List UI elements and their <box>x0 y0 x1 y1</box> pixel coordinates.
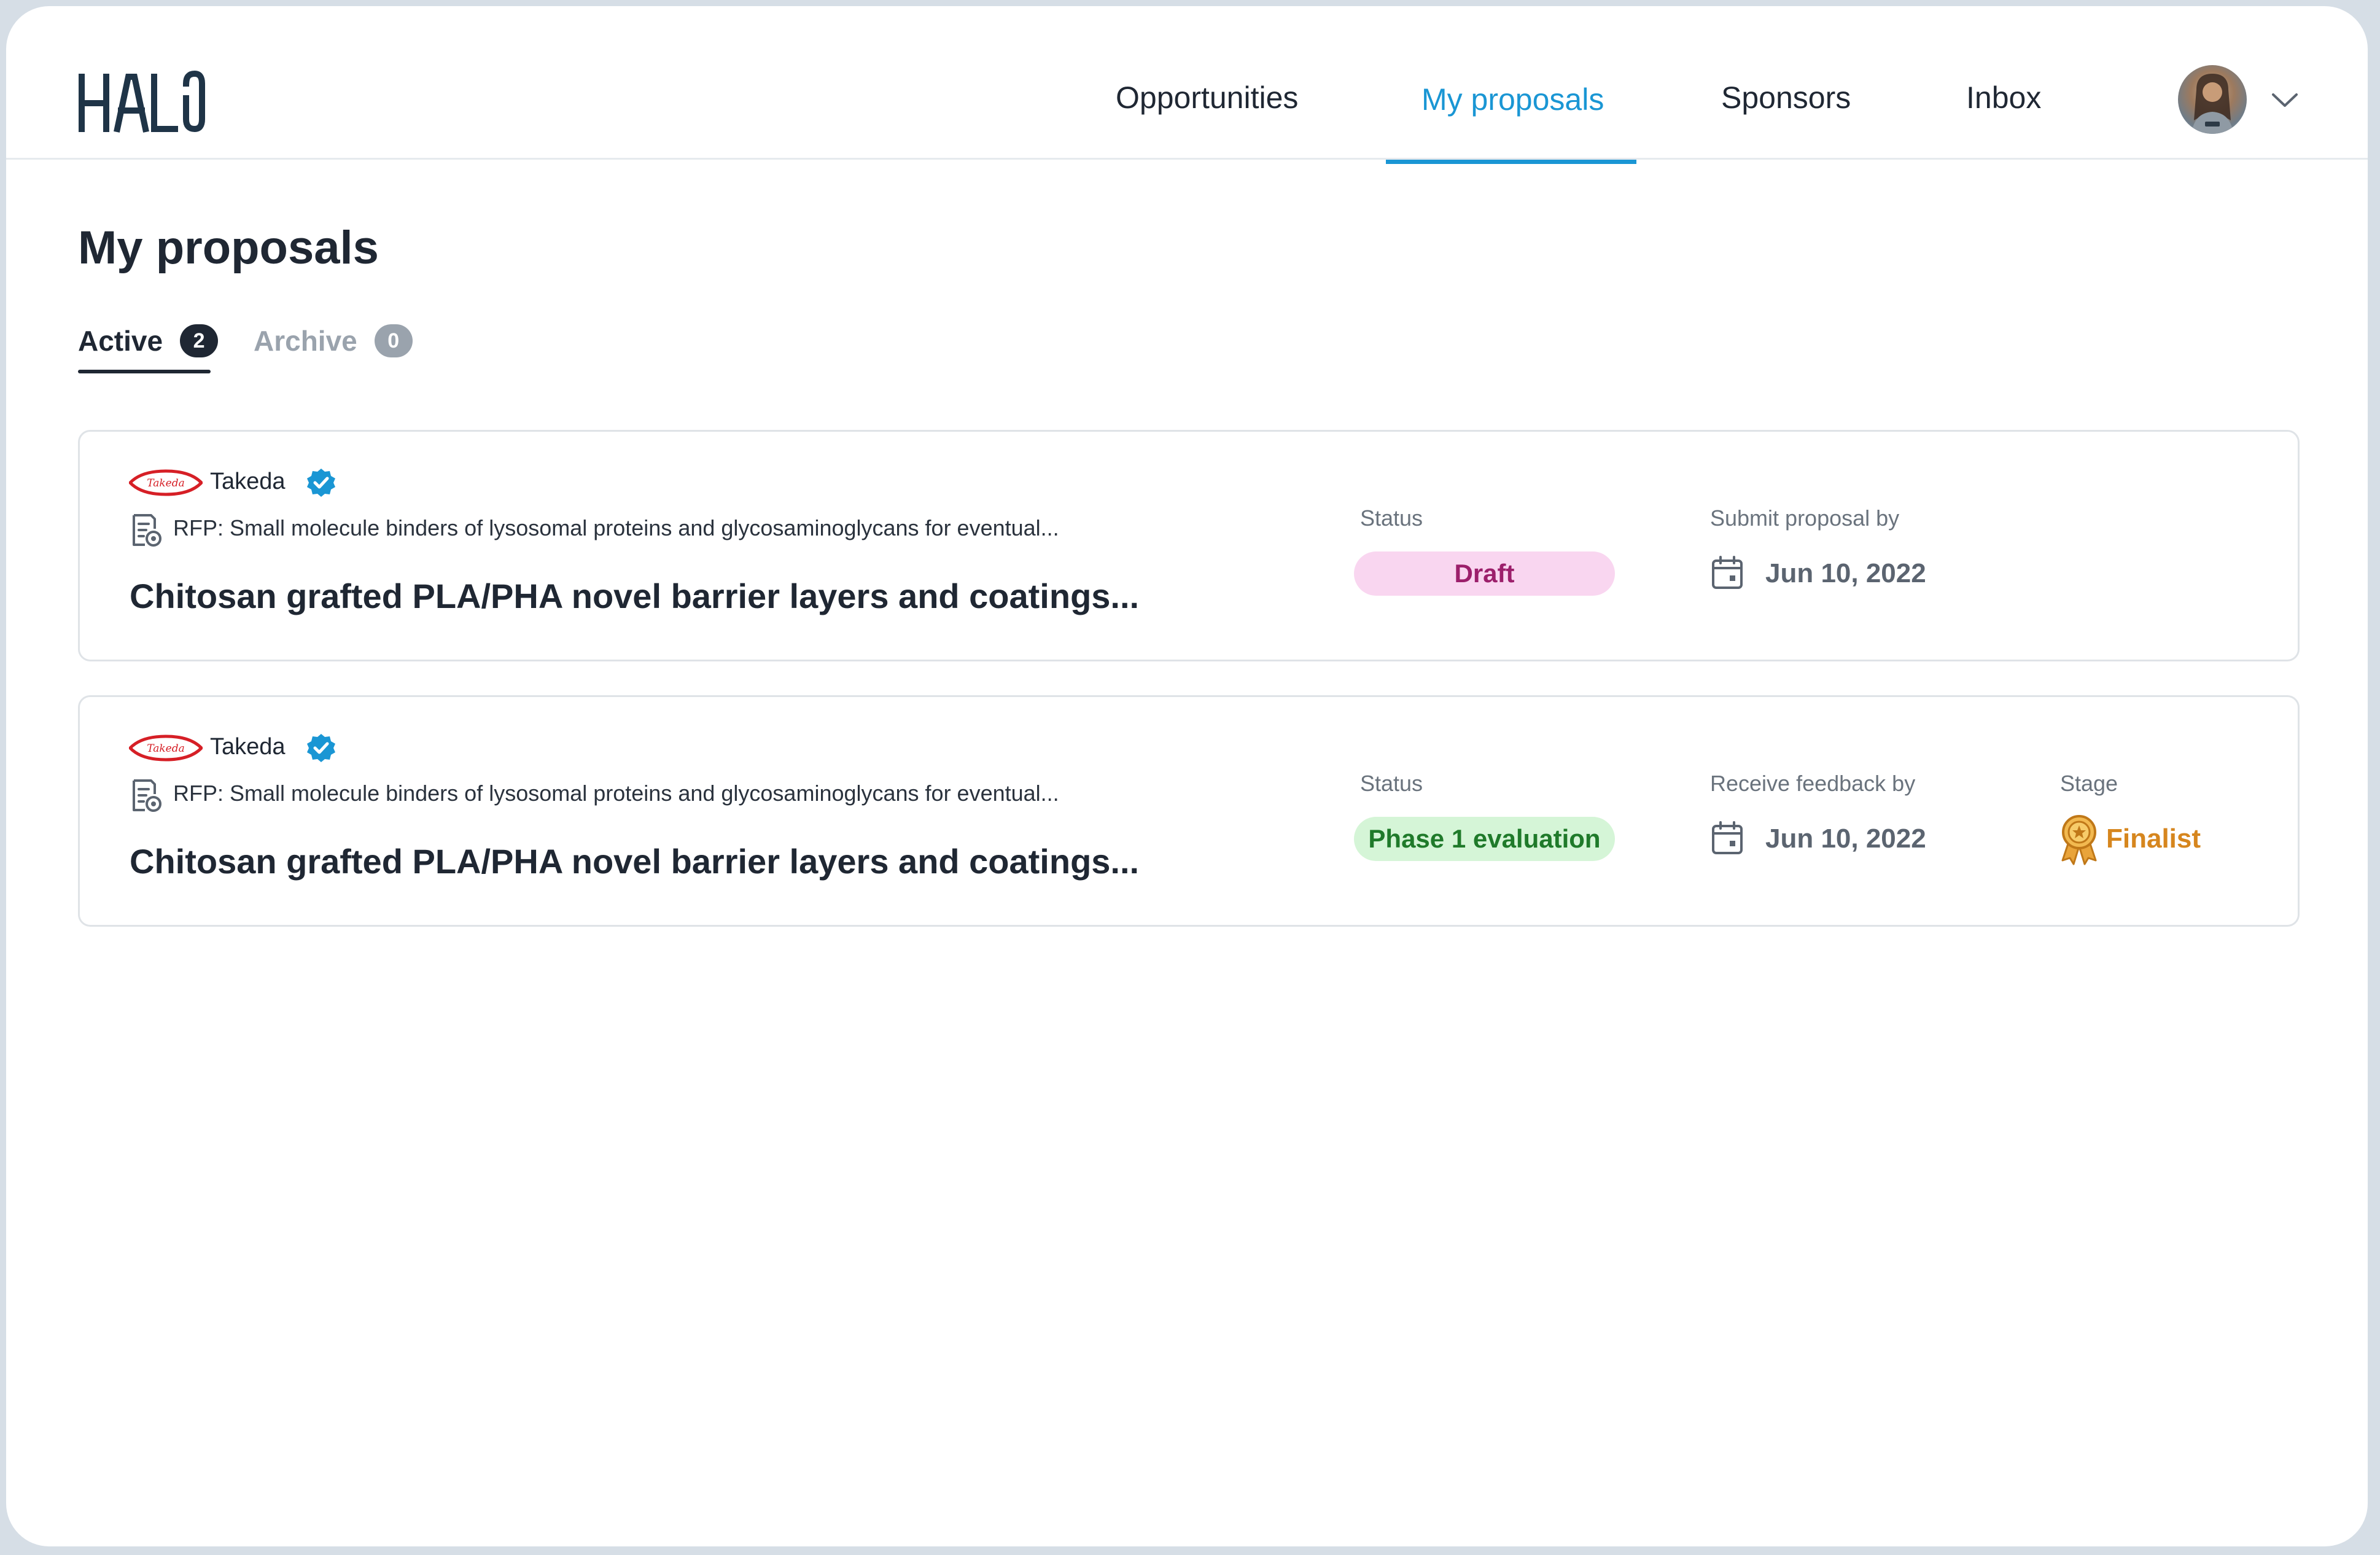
sponsor-name[interactable]: Takeda <box>210 469 286 495</box>
tab-archive-count-badge: 0 <box>374 324 413 357</box>
halo-logo[interactable] <box>77 68 206 135</box>
stage-value: Finalist <box>2106 824 2201 854</box>
tab-active-label: Active <box>78 325 163 357</box>
tab-active-count-badge: 2 <box>180 324 219 357</box>
calendar-icon <box>1712 821 1743 854</box>
tab-archive[interactable]: Archive 0 <box>254 324 413 357</box>
tab-archive-label: Archive <box>254 325 357 357</box>
takeda-logo: Takeda <box>129 735 203 762</box>
status-label: Status <box>1360 771 1423 796</box>
deadline-label: Submit proposal by <box>1710 505 1900 531</box>
award-icon <box>2061 815 2097 865</box>
rfp-link[interactable]: RFP: Small molecule binders of lysosomal… <box>173 515 1059 541</box>
rfp-link[interactable]: RFP: Small molecule binders of lysosomal… <box>173 781 1059 806</box>
page-title: My proposals <box>78 222 379 274</box>
status-label: Status <box>1360 505 1423 531</box>
proposal-card[interactable]: Takeda Takeda RFP: Small molecule binder… <box>78 430 2300 661</box>
chevron-down-icon[interactable] <box>2269 91 2300 109</box>
rfp-document-icon <box>133 779 161 812</box>
proposal-card[interactable]: Takeda Takeda RFP: Small molecule binder… <box>78 695 2300 927</box>
takeda-logo: Takeda <box>129 469 203 496</box>
svg-text:Takeda: Takeda <box>147 742 185 755</box>
proposal-title[interactable]: Chitosan grafted PLA/PHA novel barrier l… <box>130 576 1139 616</box>
verified-badge-icon <box>307 734 335 762</box>
svg-text:Takeda: Takeda <box>147 477 185 489</box>
deadline-date: Jun 10, 2022 <box>1765 824 1926 854</box>
verified-badge-icon <box>307 469 335 497</box>
proposal-title[interactable]: Chitosan grafted PLA/PHA novel barrier l… <box>130 841 1139 881</box>
sponsor-name[interactable]: Takeda <box>210 734 286 760</box>
deadline-date: Jun 10, 2022 <box>1765 558 1926 588</box>
nav-active-indicator <box>1386 160 1636 164</box>
top-nav-bar: Opportunities My proposals Sponsors Inbo… <box>6 6 2368 164</box>
nav-inbox[interactable]: Inbox <box>1966 80 2041 115</box>
status-badge: Draft <box>1354 551 1615 596</box>
nav-sponsors[interactable]: Sponsors <box>1721 80 1851 115</box>
nav-my-proposals[interactable]: My proposals <box>1421 82 1604 117</box>
deadline-label: Receive feedback by <box>1710 771 1916 796</box>
rfp-document-icon <box>133 514 161 547</box>
calendar-icon <box>1712 556 1743 589</box>
tab-active-indicator <box>78 370 211 373</box>
status-badge: Phase 1 evaluation <box>1354 817 1615 861</box>
tab-active[interactable]: Active 2 <box>78 324 219 357</box>
stage-label: Stage <box>2060 771 2118 796</box>
app-window: Opportunities My proposals Sponsors Inbo… <box>6 6 2368 1546</box>
avatar[interactable] <box>2178 65 2247 134</box>
nav-opportunities[interactable]: Opportunities <box>1116 80 1298 115</box>
